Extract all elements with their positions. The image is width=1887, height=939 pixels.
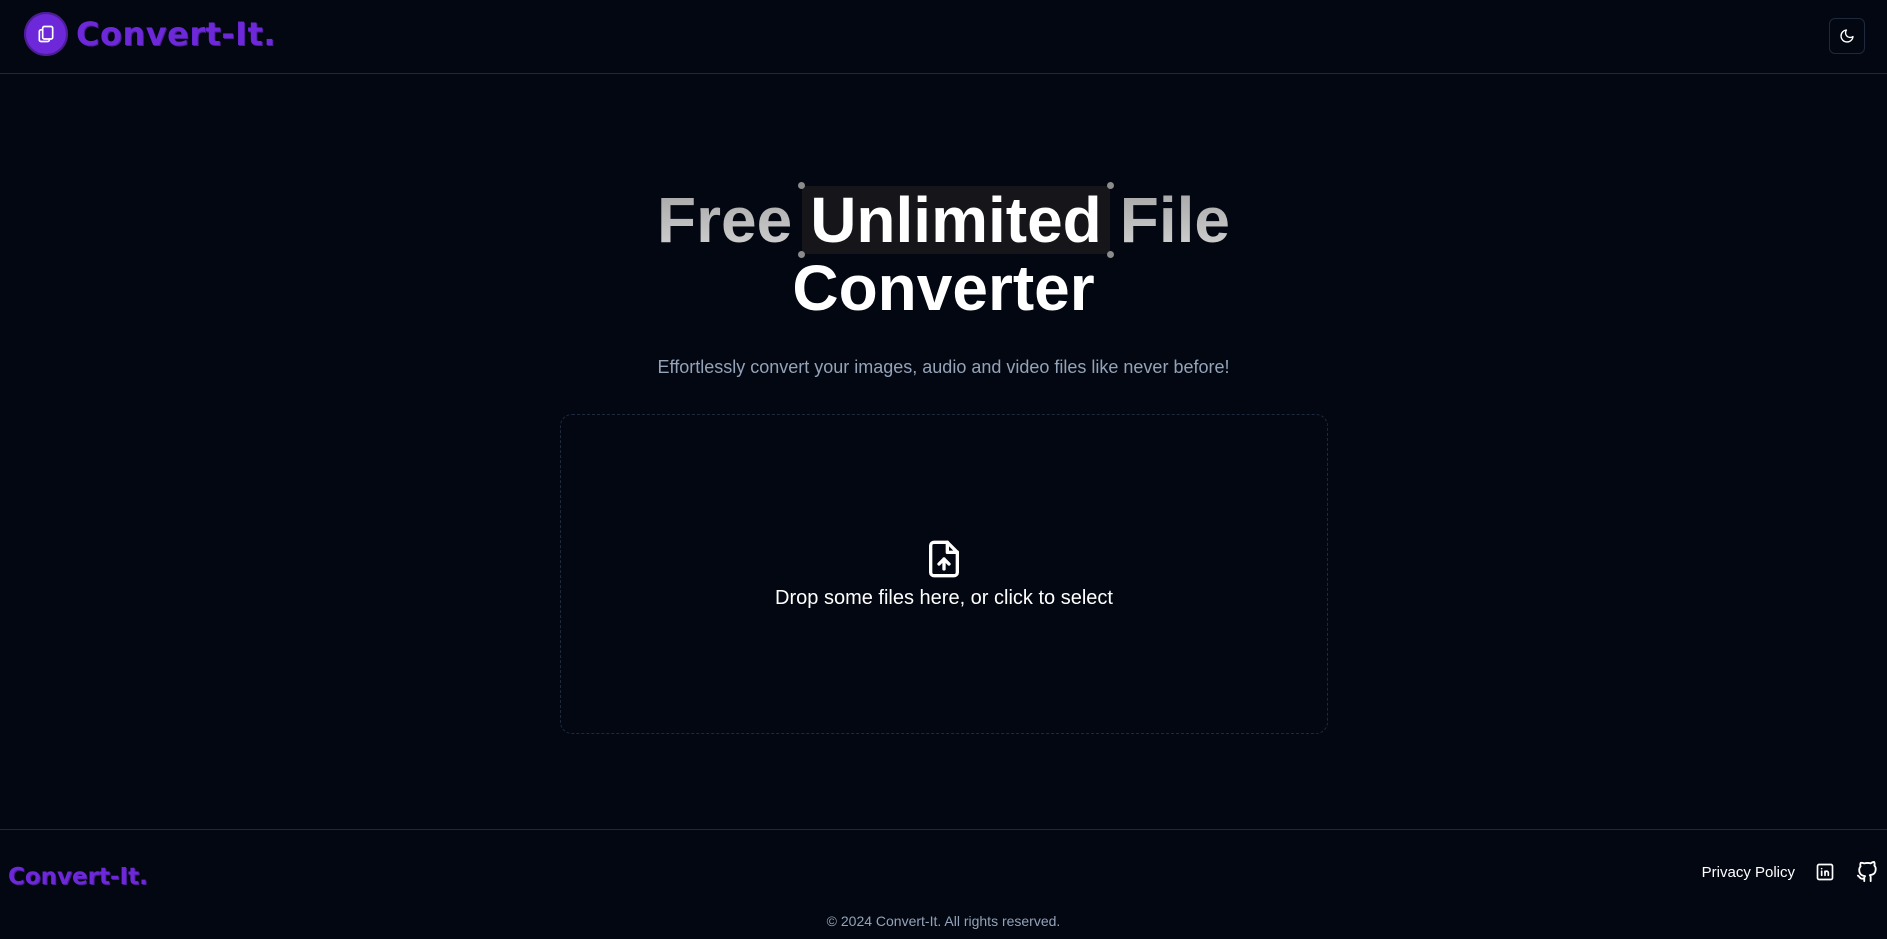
brand-name: Convert-It. (76, 15, 277, 53)
linkedin-icon[interactable] (1813, 860, 1837, 884)
hero-subtitle: Effortlessly convert your images, audio … (657, 357, 1230, 377)
github-icon[interactable] (1855, 860, 1879, 884)
brand-logo-link[interactable]: Convert-It. (24, 12, 276, 56)
hero-title: Free Unlimited File Converter (0, 182, 1887, 324)
copyright-text: © 2024 Convert-It. All rights reserved. (826, 913, 1061, 929)
footer-links: Privacy Policy (1702, 860, 1879, 884)
site-footer: Convert-It. Privacy Policy © 2024 Conver… (0, 829, 1887, 939)
moon-icon (1840, 29, 1854, 43)
hero-title-word-unlimited: Unlimited (810, 184, 1102, 256)
files-icon (24, 12, 68, 56)
theme-toggle-button[interactable] (1829, 18, 1865, 54)
hero-title-word-free: Free (657, 184, 793, 256)
file-upload-icon (929, 540, 959, 577)
privacy-policy-link[interactable]: Privacy Policy (1702, 864, 1795, 881)
hero-title-highlight: Unlimited (798, 182, 1114, 258)
site-header: Convert-It. (0, 0, 1887, 74)
file-dropzone[interactable]: Drop some files here, or click to select (560, 414, 1328, 734)
hero-title-word-converter: Converter (792, 252, 1095, 324)
dropzone-label: Drop some files here, or click to select (775, 586, 1113, 609)
footer-brand-link[interactable]: Convert-It. (8, 864, 148, 890)
hero-title-word-file: File (1119, 184, 1230, 256)
